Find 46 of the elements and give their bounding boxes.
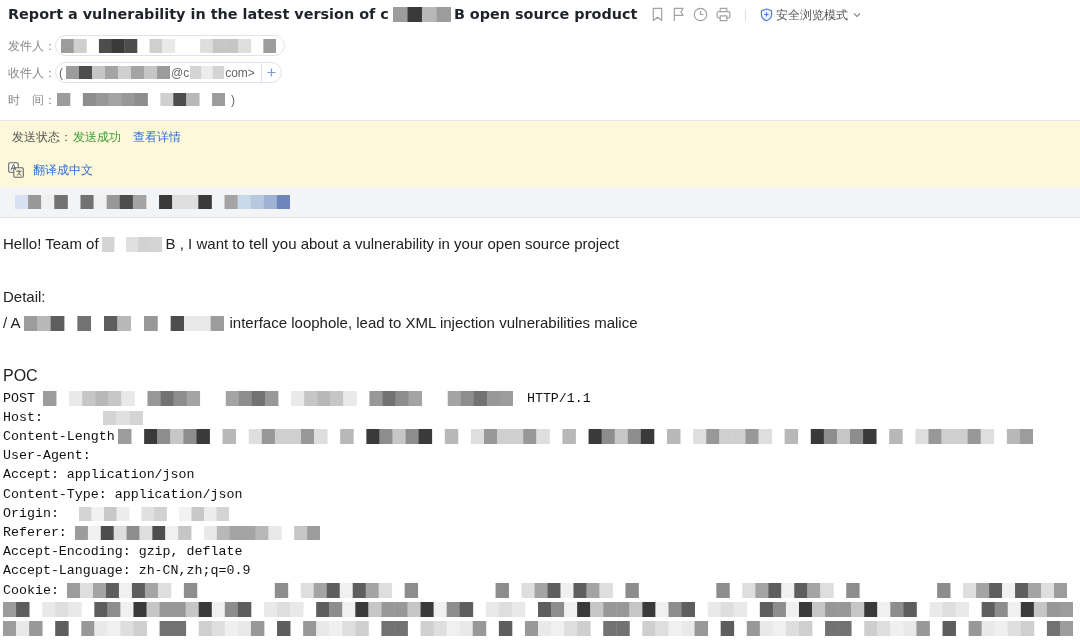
body-text: Detail:: [3, 286, 46, 307]
pixelated-redaction: [190, 66, 225, 79]
field-label: 收件人：: [8, 64, 55, 82]
code-line: Host:: [3, 408, 43, 427]
code-line: Origin:: [3, 504, 59, 523]
code-line: Referer:: [3, 523, 67, 542]
contact-chip[interactable]: ( @c com>: [55, 62, 282, 83]
bookmark-icon[interactable]: [651, 7, 665, 22]
contact-address: com>: [225, 64, 255, 82]
body-text: Hello! Team of: [3, 233, 99, 254]
reading-mode-dropdown[interactable]: 安全浏览模式: [760, 5, 862, 24]
contact-chip[interactable]: [55, 35, 285, 56]
section-heading: POC: [3, 366, 38, 386]
code-line: Content-Type: application/json: [3, 485, 243, 504]
shield-plus-icon: [760, 7, 774, 22]
plus-icon: [266, 68, 276, 77]
status-label: 发送状态：: [12, 129, 72, 146]
send-status: 发送成功: [73, 129, 121, 146]
field-label: 时 间：: [8, 91, 55, 109]
code-line: Cookie:: [3, 581, 59, 600]
code-line: POST: [3, 389, 35, 408]
code-line: Content-Length: [3, 428, 115, 446]
contact-address: (: [59, 64, 63, 82]
code-line: Accept-Language: zh-CN,zh;q=0.9: [3, 562, 251, 581]
translate-icon: [8, 162, 24, 178]
body-text: / A: [3, 312, 21, 333]
pixelated-redaction: [102, 410, 143, 425]
code-line: Accept: application/json: [3, 466, 195, 485]
view-details-link[interactable]: 查看详情: [133, 128, 181, 146]
translate-link[interactable]: 翻译成中文: [33, 161, 93, 179]
code-line: HTTP/1.1: [526, 389, 591, 408]
email-subject: Report a vulnerability in the latest version of c: [8, 4, 389, 24]
code-line: User-Agent:: [3, 447, 91, 466]
body-text: B , I want to tell you about a vulnerability in your open source project: [165, 233, 620, 254]
contact-address: @c: [171, 64, 190, 82]
field-label: 发件人：: [8, 37, 55, 55]
field-value: ): [231, 91, 235, 109]
clock-icon[interactable]: [693, 7, 709, 22]
code-line: Accept-Encoding: gzip, deflate: [3, 543, 243, 562]
body-text: interface loophole, lead to XML injection vulnerabilities malice: [229, 312, 638, 333]
pixelated-redaction: [392, 7, 451, 22]
chevron-down-icon: [853, 11, 862, 18]
pixelated-redaction: [101, 236, 162, 252]
printer-icon[interactable]: [716, 7, 732, 22]
flag-icon[interactable]: [672, 7, 686, 22]
email-subject: B open source product: [453, 4, 638, 24]
